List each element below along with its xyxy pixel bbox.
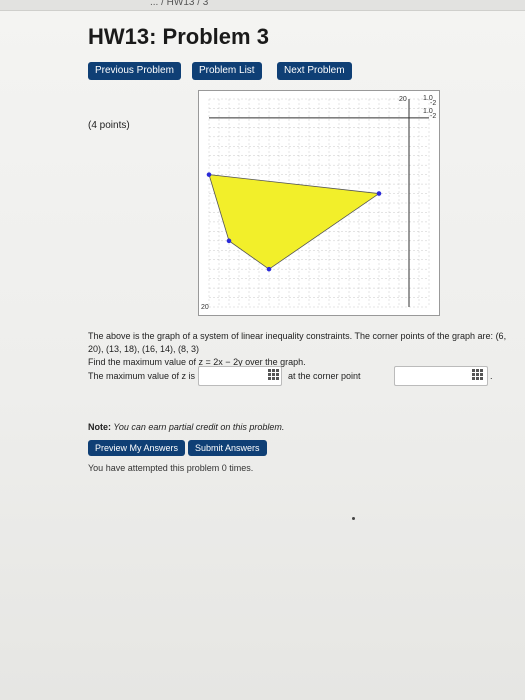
graph-svg: 20 20 1.0 -2 1.0 -2 bbox=[201, 95, 436, 311]
x-max-tick-label: 20 bbox=[399, 96, 407, 103]
problem-list-button[interactable]: Problem List bbox=[192, 62, 262, 80]
answer-mid: at the corner point bbox=[288, 371, 361, 381]
problem-text: The above is the graph of a system of li… bbox=[88, 330, 518, 369]
attempts-text: You have attempted this problem 0 times. bbox=[88, 463, 254, 473]
page-title: HW13: Problem 3 bbox=[88, 24, 269, 49]
answer-prefix: The maximum value of z is bbox=[88, 371, 196, 381]
note-text: You can earn partial credit on this prob… bbox=[111, 422, 285, 432]
submit-answers-button[interactable]: Submit Answers bbox=[188, 440, 267, 456]
corner-point-marker bbox=[206, 172, 212, 177]
note-label: Note: bbox=[88, 422, 111, 432]
breadcrumb[interactable]: ... / HW13 / 3 bbox=[150, 0, 208, 8]
breadcrumb-strip: ... / HW13 / 3 bbox=[0, 0, 525, 11]
constraint-graph: 20 20 1.0 -2 1.0 -2 bbox=[198, 90, 440, 316]
y-max-tick-label: 20 bbox=[201, 304, 209, 311]
answer-row: The maximum value of z is at the corner … bbox=[88, 365, 518, 387]
tick-label-d: -2 bbox=[430, 113, 436, 120]
problem-page: ... / HW13 / 3 HW13: Problem 3 Previous … bbox=[0, 0, 525, 700]
preview-answers-button[interactable]: Preview My Answers bbox=[88, 440, 186, 456]
problem-intro: The above is the graph of a system of li… bbox=[88, 331, 496, 341]
previous-problem-button[interactable]: Previous Problem bbox=[88, 62, 181, 80]
corner-point-marker bbox=[226, 238, 232, 244]
answer-suffix: . bbox=[490, 371, 493, 381]
corner-point-marker bbox=[266, 266, 272, 272]
stray-mark bbox=[352, 517, 355, 520]
next-problem-button[interactable]: Next Problem bbox=[277, 62, 352, 80]
points-label: (4 points) bbox=[88, 120, 130, 131]
equation-editor-icon[interactable] bbox=[268, 369, 279, 380]
tick-label-b: -2 bbox=[430, 100, 436, 107]
partial-credit-note: Note: You can earn partial credit on thi… bbox=[88, 422, 284, 432]
corner-point-marker bbox=[376, 191, 382, 196]
equation-editor-icon-2[interactable] bbox=[472, 369, 483, 380]
problem-line-1: The above is the graph of a system of li… bbox=[88, 330, 518, 356]
